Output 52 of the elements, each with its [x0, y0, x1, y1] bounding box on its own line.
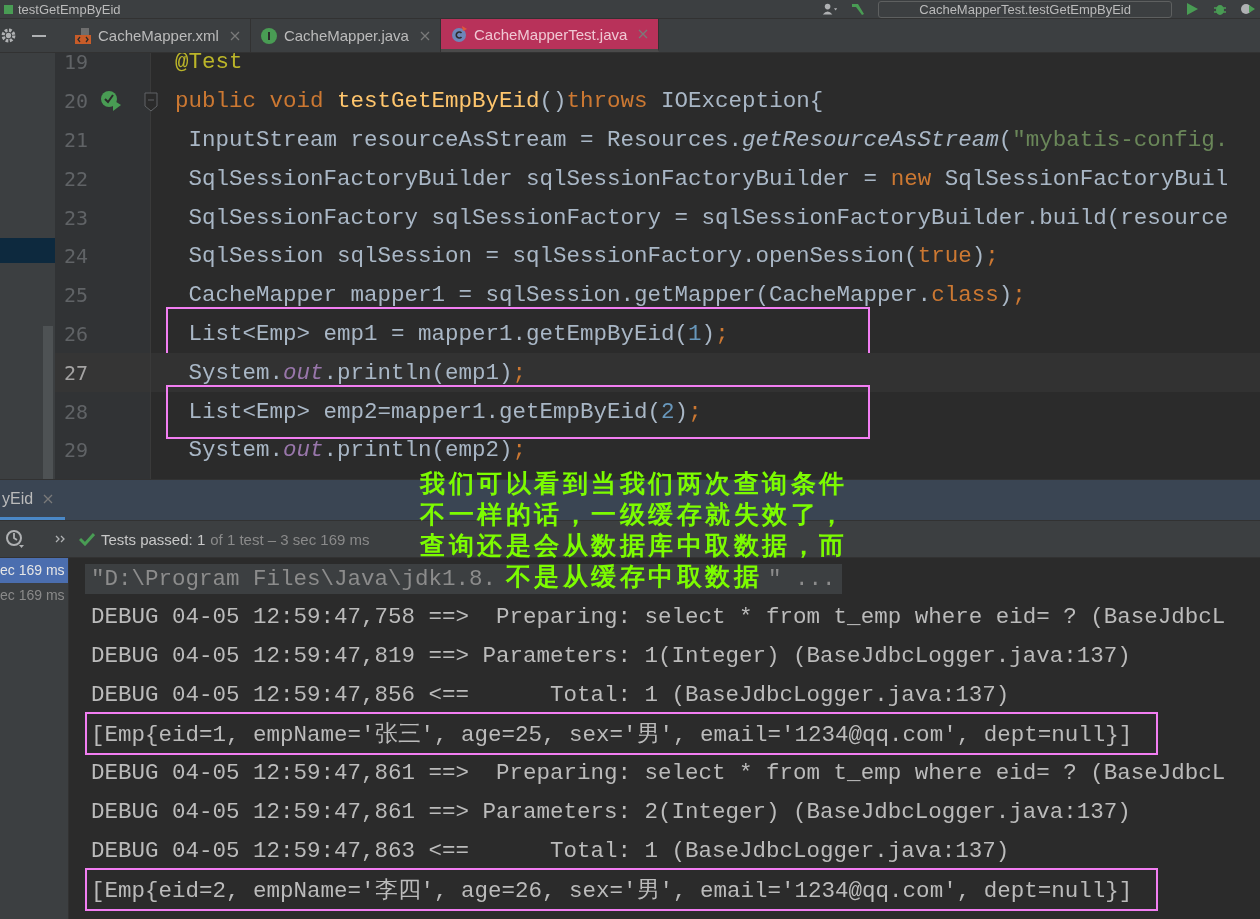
editor-tab[interactable]: CacheMapperTest.java	[440, 19, 660, 52]
code-line: List<Emp> emp2=mapper1.getEmpByEid(2);	[187, 398, 702, 425]
check-icon	[79, 532, 95, 546]
console-line: DEBUG 04-05 12:59:47,758 ==> Preparing: select * from t_emp where eid= ? (BaseJdbcL	[91, 603, 1226, 630]
code-line: System.out.println(emp1);	[187, 359, 527, 386]
close-icon[interactable]	[419, 30, 430, 41]
test-status: Tests passed: 1	[101, 530, 206, 548]
annotation-text: 不是从缓存中取数据	[505, 561, 763, 592]
xml-file-icon	[75, 27, 91, 44]
line-number: 27	[62, 360, 88, 385]
window-title: testGetEmpByEid	[18, 1, 121, 17]
run-test-icon[interactable]	[100, 90, 122, 113]
code-line: SqlSessionFactory sqlSessionFactory = sqlSessionFactoryBuilder.build(resource	[187, 204, 1229, 231]
close-icon[interactable]	[229, 30, 240, 41]
console-line: DEBUG 04-05 12:59:47,819 ==> Parameters: 1(Integer) (BaseJdbcLogger.java:137)	[91, 642, 1131, 669]
code-line: System.out.println(emp2);	[187, 437, 527, 464]
test-tree-item[interactable]: ec 169 ms	[0, 583, 68, 608]
run-icon[interactable]	[1184, 2, 1200, 16]
console-line: DEBUG 04-05 12:59:47,856 <== Total: 1 (BaseJdbcLogger.java:137)	[91, 681, 1010, 708]
expand-icon[interactable]	[55, 534, 67, 544]
editor-tab[interactable]: CacheMapper.java	[250, 19, 441, 52]
close-icon[interactable]	[43, 493, 54, 504]
test-tree-item[interactable]: ec 169 ms	[0, 558, 68, 583]
app-icon	[4, 4, 13, 14]
class-icon	[450, 26, 467, 42]
fold-icon[interactable]	[144, 91, 158, 112]
test-duration: of 1 test – 3 sec 169 ms	[210, 530, 370, 548]
code-line: SqlSessionFactoryBuilder sqlSessionFactoryBuilder = new SqlSessionFactoryBuil	[187, 165, 1229, 192]
annotation-text: 查询还是会从数据库中取数据，而	[420, 530, 848, 561]
code-line: InputStream resourceAsStream = Resources.getResourceAsStream("mybatis-config.	[187, 127, 1229, 153]
code-line: List<Emp> emp1 = mapper1.getEmpByEid(1);	[187, 321, 729, 347]
settings-icon[interactable]	[0, 27, 17, 44]
console-line: [Emp{eid=1, empName='张三', age=25, sex='男', email='1234@qq.com', dept=null}]	[91, 721, 1133, 749]
hammer-icon[interactable]	[850, 2, 867, 16]
run-config-dropdown[interactable]: CacheMapperTest.testGetEmpByEid	[878, 0, 1172, 18]
annotation-text: 不一样的话，一级缓存就失效了，	[420, 499, 848, 530]
clock-icon[interactable]	[5, 529, 25, 549]
person-icon[interactable]	[822, 2, 839, 16]
bug-icon[interactable]	[1212, 2, 1228, 16]
editor-tab[interactable]: CacheMapper.xml	[65, 19, 251, 52]
console-line: DEBUG 04-05 12:59:47,863 <== Total: 1 (BaseJdbcLogger.java:137)	[91, 837, 1010, 864]
scrollbar[interactable]	[43, 326, 53, 479]
console-line: DEBUG 04-05 12:59:47,861 ==> Parameters: 2(Integer) (BaseJdbcLogger.java:137)	[91, 798, 1131, 825]
coverage-icon[interactable]	[1240, 2, 1256, 16]
code-line: public void testGetEmpByEid()throws IOException{	[175, 88, 824, 115]
code-line: @Test	[175, 53, 243, 76]
console-line: [Emp{eid=2, empName='李四', age=26, sex='男', email='1234@qq.com', dept=null}]	[91, 877, 1133, 905]
console-line: DEBUG 04-05 12:59:47,861 ==> Preparing: select * from t_emp where eid= ? (BaseJdbcL	[91, 759, 1226, 786]
code-line: SqlSession sqlSession = sqlSessionFactory.openSession(true);	[187, 243, 999, 270]
annotation-text: 我们可以看到当我们两次查询条件	[420, 468, 848, 499]
interface-icon	[260, 27, 277, 44]
code-line: CacheMapper mapper1 = sqlSession.getMapper(CacheMapper.class);	[187, 282, 1026, 309]
